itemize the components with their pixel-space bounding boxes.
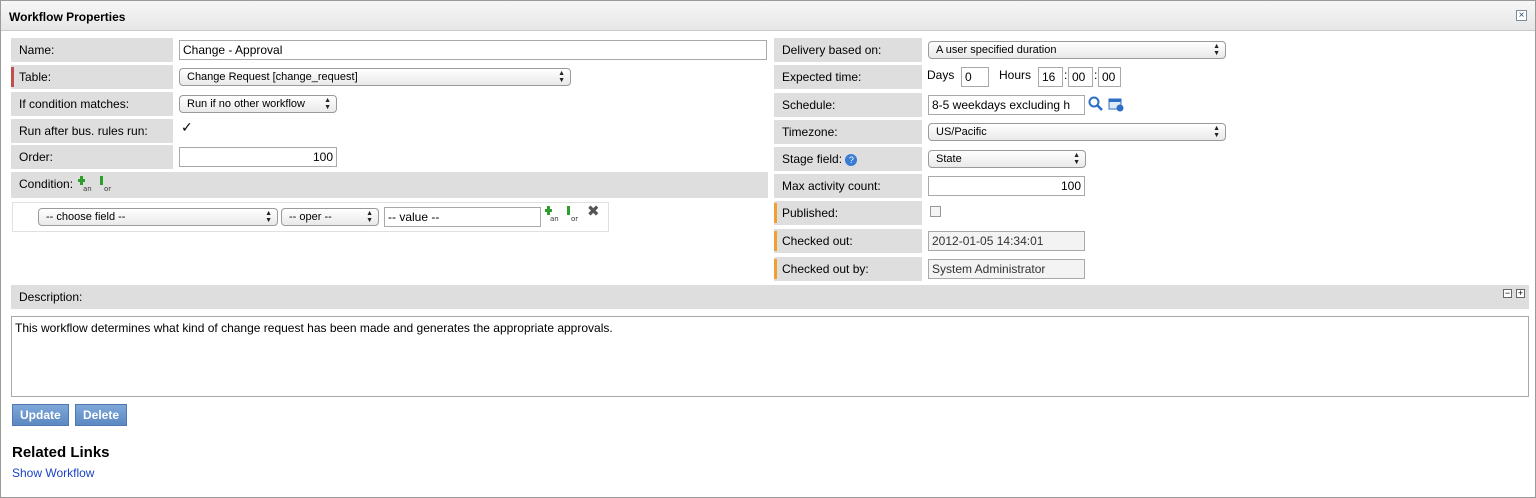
delivery-row: Delivery based on: A user specified dura… <box>774 38 1529 62</box>
description-label: Description: <box>19 290 83 304</box>
order-input[interactable]: 100 <box>179 147 337 167</box>
or-text: or <box>104 185 111 192</box>
max-activity-input[interactable]: 100 <box>928 176 1085 196</box>
table-row: Table: Change Request [change_request] ▲… <box>11 65 768 89</box>
published-row: Published: <box>774 201 1529 225</box>
if-condition-select[interactable]: Run if no other workflow ▲ ▼ <box>179 95 337 113</box>
related-links-heading: Related Links <box>12 444 110 461</box>
order-row: Order: 100 <box>11 145 768 169</box>
stage-field-label: Stage field: <box>782 152 843 166</box>
max-activity-label: Max activity count: <box>774 174 922 198</box>
if-condition-label: If condition matches: <box>11 92 173 116</box>
hours-label: Hours <box>999 68 1032 82</box>
description-bar: Description: − + <box>11 285 1529 309</box>
published-checkbox[interactable] <box>930 206 941 217</box>
close-icon[interactable]: × <box>1516 10 1527 21</box>
checked-out-row: Checked out: 2012-01-05 14:34:01 <box>774 229 1529 253</box>
condition-oper-select[interactable]: -- oper -- ▲ ▼ <box>281 208 379 226</box>
and-text: and <box>550 215 559 222</box>
timezone-value: US/Pacific <box>936 126 987 138</box>
timezone-select[interactable]: US/Pacific ▲ ▼ <box>928 123 1226 141</box>
select-arrows-icon: ▲ ▼ <box>1213 125 1220 139</box>
workflow-properties-window: Workflow Properties × Name: Change - App… <box>0 0 1536 498</box>
or-text: or <box>571 215 578 222</box>
expand-icon[interactable]: + <box>1516 289 1525 298</box>
name-input[interactable]: Change - Approval <box>179 40 767 60</box>
order-label: Order: <box>11 145 173 169</box>
condition-row: Condition: and or <box>11 172 768 198</box>
checked-out-by-value: System Administrator <box>928 259 1085 279</box>
checked-out-label: Checked out: <box>774 229 922 253</box>
table-label: Table: <box>11 65 173 89</box>
published-label: Published: <box>774 201 922 225</box>
run-after-checkbox[interactable]: ✓ <box>181 120 195 134</box>
title-bar: Workflow Properties × <box>1 1 1535 31</box>
and-text: and <box>83 185 92 192</box>
table-select[interactable]: Change Request [change_request] ▲ ▼ <box>179 68 571 86</box>
delivery-label: Delivery based on: <box>774 38 922 62</box>
select-arrows-icon: ▲ ▼ <box>324 97 331 111</box>
description-textarea[interactable]: This workflow determines what kind of ch… <box>11 316 1529 397</box>
update-button[interactable]: Update <box>12 404 69 426</box>
max-activity-row: Max activity count: 100 <box>774 174 1529 198</box>
schedule-label: Schedule: <box>774 93 922 117</box>
select-arrows-icon: ▲ ▼ <box>1213 43 1220 57</box>
if-condition-row: If condition matches: Run if no other wo… <box>11 92 768 116</box>
condition-field-placeholder: -- choose field -- <box>46 211 126 223</box>
condition-value-input[interactable]: -- value -- <box>384 207 541 227</box>
select-arrows-icon: ▲ ▼ <box>558 70 565 84</box>
select-arrows-icon: ▲ ▼ <box>366 210 373 224</box>
condition-oper-placeholder: -- oper -- <box>289 211 332 223</box>
condition-label: Condition: <box>19 177 74 191</box>
condition-builder: -- choose field -- ▲ ▼ -- oper -- ▲ ▼ -- v… <box>12 202 609 232</box>
days-input[interactable]: 0 <box>961 67 989 87</box>
show-workflow-link[interactable]: Show Workflow <box>12 466 94 480</box>
hours-input[interactable]: 16 <box>1038 67 1063 87</box>
add-or-condition-icon[interactable]: or <box>566 206 580 223</box>
days-label: Days <box>927 68 955 82</box>
delivery-value: A user specified duration <box>936 44 1057 56</box>
expected-time-row: Expected time: Days 0 Hours 16 : 00 : 00 <box>774 65 1529 89</box>
help-icon[interactable]: ? <box>845 153 858 166</box>
checked-out-by-label: Checked out by: <box>774 257 922 281</box>
timezone-row: Timezone: US/Pacific ▲ ▼ <box>774 120 1529 144</box>
add-and-condition-icon[interactable]: and <box>545 206 563 223</box>
time-separator: : <box>1064 68 1068 82</box>
schedule-input[interactable]: 8-5 weekdays excluding h <box>928 95 1085 115</box>
name-row: Name: Change - Approval <box>11 38 768 62</box>
schedule-row: Schedule: 8-5 weekdays excluding h <box>774 93 1529 117</box>
seconds-input[interactable]: 00 <box>1098 67 1121 87</box>
select-arrows-icon: ▲ ▼ <box>1073 152 1080 166</box>
checked-out-value: 2012-01-05 14:34:01 <box>928 231 1085 251</box>
timezone-label: Timezone: <box>774 120 922 144</box>
collapse-icon[interactable]: − <box>1503 289 1512 298</box>
checked-out-by-row: Checked out by: System Administrator <box>774 257 1529 281</box>
select-arrows-icon: ▲ ▼ <box>265 210 272 224</box>
run-after-label: Run after bus. rules run: <box>11 119 173 143</box>
condition-label-bar: Condition: <box>11 172 768 198</box>
add-or-condition-icon[interactable]: or <box>99 176 113 193</box>
delivery-select[interactable]: A user specified duration ▲ ▼ <box>928 41 1226 59</box>
table-select-value: Change Request [change_request] <box>187 71 358 83</box>
schedule-preview-icon[interactable] <box>1108 96 1124 112</box>
run-after-row: Run after bus. rules run: ✓ <box>11 119 768 143</box>
delete-button[interactable]: Delete <box>75 404 128 426</box>
stage-field-select[interactable]: State ▲ ▼ <box>928 150 1086 168</box>
window-title: Workflow Properties <box>9 10 126 24</box>
remove-condition-icon[interactable]: ✖ <box>587 204 601 219</box>
expected-time-label: Expected time: <box>774 65 922 89</box>
minutes-input[interactable]: 00 <box>1068 67 1093 87</box>
search-icon[interactable] <box>1088 96 1104 112</box>
stage-field-row: Stage field: ? State ▲ ▼ <box>774 147 1529 171</box>
condition-field-select[interactable]: -- choose field -- ▲ ▼ <box>38 208 278 226</box>
time-separator: : <box>1094 68 1098 82</box>
stage-field-label-cell: Stage field: ? <box>774 147 922 171</box>
if-condition-value: Run if no other workflow <box>187 98 305 110</box>
add-and-condition-icon[interactable]: and <box>78 176 96 193</box>
name-label: Name: <box>11 38 173 62</box>
stage-field-value: State <box>936 153 962 165</box>
